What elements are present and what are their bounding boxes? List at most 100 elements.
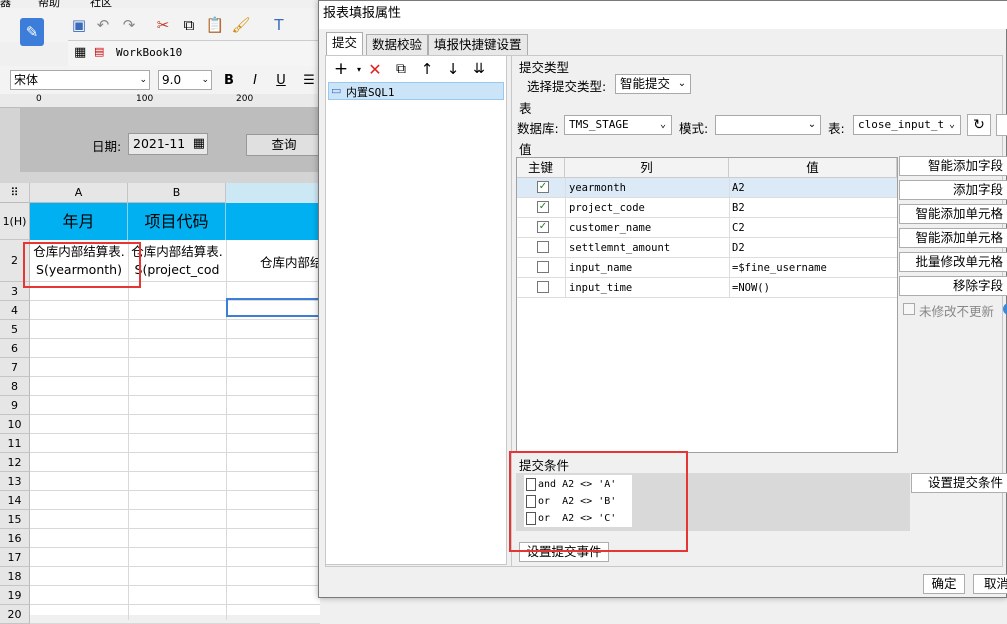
font-size-select[interactable]: 9.0 ⌄ xyxy=(158,70,212,90)
database-select[interactable]: TMS_STAGE ⌄ xyxy=(564,115,672,135)
primary-key-checkbox[interactable]: ✓ xyxy=(537,201,549,213)
cut-icon[interactable]: ✂ xyxy=(152,14,174,36)
undo-icon[interactable]: ↶ xyxy=(92,14,114,36)
row-header[interactable]: 19 xyxy=(0,586,30,605)
cell-b2[interactable]: 仓库内部结算表.S(project_code) xyxy=(129,243,225,279)
row-header[interactable]: 18 xyxy=(0,567,30,586)
row-header[interactable]: 15 xyxy=(0,510,30,529)
row-header[interactable]: 9 xyxy=(0,396,30,415)
submit-type-select[interactable]: 智能提交 ⌄ xyxy=(615,74,691,94)
column-cell[interactable]: yearmonth xyxy=(569,178,727,198)
text-icon[interactable]: T xyxy=(268,14,290,36)
cancel-button[interactable]: 取消 xyxy=(973,574,1007,594)
sql-item[interactable]: ▭ 内置SQL1 xyxy=(328,82,504,100)
primary-key-checkbox[interactable]: ✓ xyxy=(537,181,549,193)
tab-submit[interactable]: 提交 xyxy=(326,32,364,56)
row-header[interactable]: 8 xyxy=(0,377,30,396)
smart-add-cell-group-button[interactable]: 智能添加单元格 xyxy=(899,228,1007,248)
column-cell[interactable]: input_time xyxy=(569,278,727,298)
more-button[interactable] xyxy=(996,114,1007,136)
row-header[interactable]: 6 xyxy=(0,339,30,358)
selected-cell[interactable] xyxy=(226,298,320,317)
menu-item-help[interactable]: 帮助 xyxy=(38,0,60,8)
bold-button[interactable]: B xyxy=(218,69,240,91)
sort-icon[interactable]: ⇊ xyxy=(468,58,490,80)
delete-icon[interactable]: ✕ xyxy=(364,58,386,80)
row-header[interactable]: 13 xyxy=(0,472,30,491)
redo-icon[interactable]: ↷ xyxy=(118,14,140,36)
row-header[interactable]: 4 xyxy=(0,301,30,320)
underline-button[interactable]: U xyxy=(270,69,292,91)
refresh-icon[interactable]: ↻ xyxy=(967,114,991,136)
table-row[interactable]: ✓ customer_name C2 xyxy=(517,218,897,238)
corner-cell[interactable]: ⠿ xyxy=(0,183,30,203)
ok-button[interactable]: 确定 xyxy=(923,574,965,594)
column-b[interactable]: B xyxy=(128,183,226,203)
table-row[interactable]: input_time =NOW() xyxy=(517,278,897,298)
workbook-tab[interactable]: ▦ ▤ WorkBook10 xyxy=(68,40,320,66)
grid-line xyxy=(30,414,320,415)
date-input[interactable]: 2021-11 ▦ xyxy=(128,133,208,155)
header-cell-project-code[interactable]: 项目代码 xyxy=(128,203,226,240)
column-cell[interactable]: customer_name xyxy=(569,218,727,238)
table-row[interactable]: ✓ yearmonth A2 xyxy=(517,178,897,198)
menu-item-community[interactable]: 社区 xyxy=(90,0,112,8)
cell-c2[interactable]: 仓库内部结 xyxy=(230,252,320,270)
font-family-select[interactable]: 宋体 ⌄ xyxy=(10,70,150,90)
column-c[interactable] xyxy=(226,183,320,203)
row-header[interactable]: 12 xyxy=(0,453,30,472)
column-a[interactable]: A xyxy=(30,183,128,203)
grid-line xyxy=(30,376,320,377)
align-icon[interactable]: ☰ xyxy=(298,69,320,91)
row-header[interactable]: 17 xyxy=(0,548,30,567)
row-header[interactable]: 1(H) xyxy=(0,203,30,240)
value-cell[interactable]: =$fine_username xyxy=(732,258,892,278)
grid-line xyxy=(30,338,320,339)
primary-key-checkbox[interactable]: ✓ xyxy=(537,221,549,233)
primary-key-checkbox[interactable] xyxy=(537,261,549,273)
paste-icon[interactable]: 📋 xyxy=(204,14,226,36)
unmodified-checkbox[interactable] xyxy=(903,303,915,315)
column-cell[interactable]: project_code xyxy=(569,198,727,218)
row-header[interactable]: 7 xyxy=(0,358,30,377)
smart-add-field-button[interactable]: 智能添加字段 xyxy=(899,156,1007,176)
column-cell[interactable]: input_name xyxy=(569,258,727,278)
primary-key-checkbox[interactable] xyxy=(537,281,549,293)
row-header[interactable]: 16 xyxy=(0,529,30,548)
primary-key-checkbox[interactable] xyxy=(537,241,549,253)
mode-select[interactable]: ⌄ xyxy=(715,115,821,135)
value-cell[interactable]: =NOW() xyxy=(732,278,892,298)
column-cell[interactable]: settlemnt_amount xyxy=(569,238,727,258)
header-cell-yearmonth[interactable]: 年月 xyxy=(30,203,128,240)
table-row[interactable]: ✓ project_code B2 xyxy=(517,198,897,218)
copy-icon[interactable]: ⧉ xyxy=(390,58,412,80)
template-icon[interactable]: ✎ xyxy=(20,18,44,46)
format-painter-icon[interactable]: 🖌 xyxy=(230,14,252,36)
italic-button[interactable]: I xyxy=(244,69,266,91)
value-cell[interactable]: C2 xyxy=(732,218,892,238)
table-row[interactable]: input_name =$fine_username xyxy=(517,258,897,278)
move-down-icon[interactable]: ↓ xyxy=(442,58,464,80)
row-header[interactable]: 11 xyxy=(0,434,30,453)
value-cell[interactable]: A2 xyxy=(732,178,892,198)
menu-item-tools[interactable]: 器 xyxy=(0,0,11,8)
set-condition-button[interactable]: 设置提交条件 xyxy=(911,473,1007,493)
smart-add-cell-button[interactable]: 智能添加单元格 xyxy=(899,204,1007,224)
tab-shortcut-settings[interactable]: 填报快捷键设置 xyxy=(428,34,528,55)
value-cell[interactable]: D2 xyxy=(732,238,892,258)
tab-data-validation[interactable]: 数据校验 xyxy=(366,34,429,55)
table-row[interactable]: settlemnt_amount D2 xyxy=(517,238,897,258)
header-cell-c[interactable] xyxy=(226,203,320,240)
remove-field-button[interactable]: 移除字段 xyxy=(899,276,1007,296)
table-select[interactable]: close_input_t ⌄ xyxy=(853,115,961,135)
save-icon[interactable]: ▣ xyxy=(68,14,90,36)
copy-icon[interactable]: ⧉ xyxy=(178,14,200,36)
value-cell[interactable]: B2 xyxy=(732,198,892,218)
row-header[interactable]: 10 xyxy=(0,415,30,434)
query-button[interactable]: 查询 xyxy=(246,134,322,156)
move-up-icon[interactable]: ↑ xyxy=(416,58,438,80)
batch-modify-cell-button[interactable]: 批量修改单元格 xyxy=(899,252,1007,272)
row-header[interactable]: 5 xyxy=(0,320,30,339)
add-field-button[interactable]: 添加字段 xyxy=(899,180,1007,200)
row-header[interactable]: 14 xyxy=(0,491,30,510)
